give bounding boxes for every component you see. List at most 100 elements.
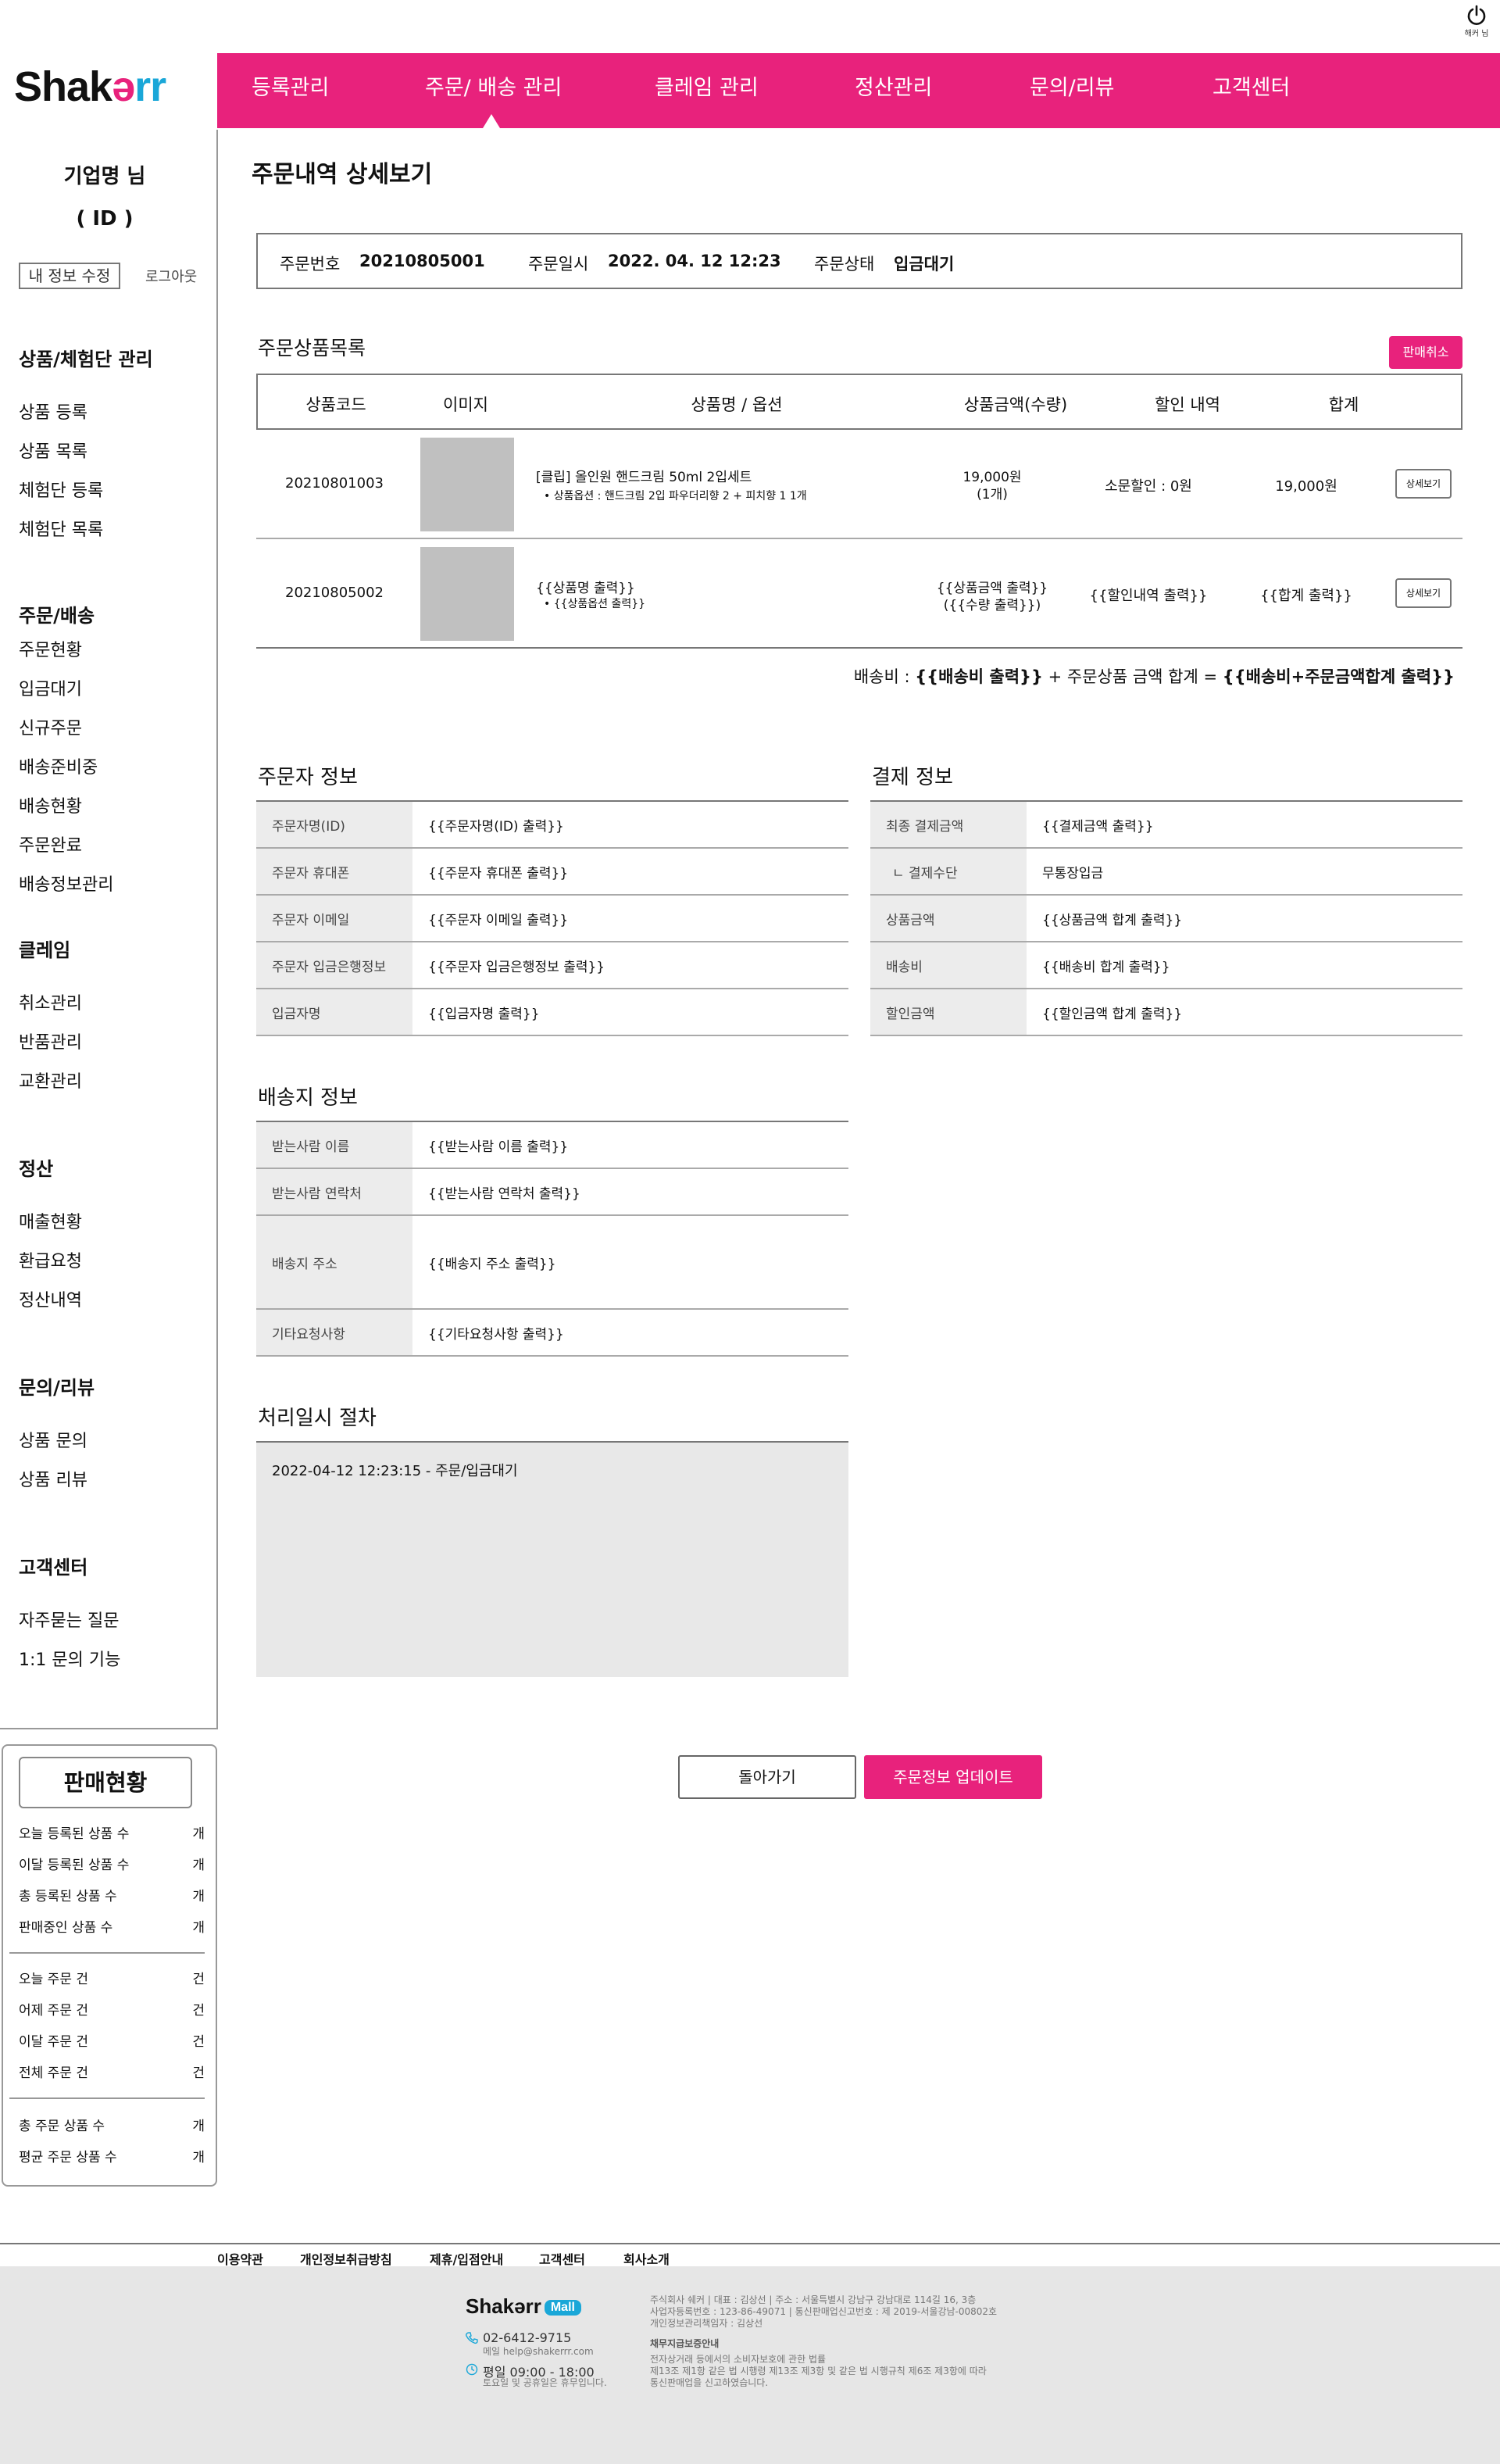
delivery-info-title: 배송지 정보 (258, 1086, 358, 1110)
col-header-name: 상품명 / 옵션 (691, 395, 783, 414)
sidebar-item-settlement-history[interactable]: 정산내역 (19, 1286, 82, 1311)
sales-divider (9, 1952, 205, 1954)
sidebar-heading-customer: 고객센터 (19, 1557, 88, 1579)
sidebar-heading-claims: 클레임 (19, 939, 71, 961)
sidebar-item-new-orders[interactable]: 신규주문 (19, 714, 82, 739)
sidebar-item-product-list[interactable]: 상품 목록 (19, 438, 88, 463)
nav-item-registration[interactable]: 등록관리 (252, 53, 329, 128)
shipping-summary: 배송비 : {{배송비 출력}} + 주문상품 금액 합계 = {{배송비+주문… (853, 667, 1455, 686)
sidebar-item-sales-status[interactable]: 매출현황 (19, 1208, 82, 1233)
product-thumbnail (420, 438, 514, 531)
item-code: 20210801003 (285, 475, 384, 492)
footer-link-privacy[interactable]: 개인정보취급방침 (300, 2249, 392, 2268)
sidebar-item-exchanges[interactable]: 교환관리 (19, 1067, 82, 1093)
row-divider (256, 647, 1462, 649)
order-items-title: 주문상품목록 (258, 337, 366, 359)
footer-notice-title: 채무지급보증안내 (650, 2338, 720, 2349)
sidebar-heading-products: 상품/체험단 관리 (19, 349, 153, 370)
orderer-info-title: 주문자 정보 (258, 766, 358, 789)
info-row: 주문자 입금은행정보 {{주문자 입금은행정보 출력}} (256, 942, 848, 989)
footer-company-line: 개인정보관리책임자 : 김상선 (650, 2318, 763, 2329)
footer-link-customer-center[interactable]: 고객센터 (539, 2249, 585, 2268)
sales-stat-row: 오늘 등록된 상품 수개 (19, 1826, 205, 1842)
item-option: • {{상품옵션 출력}} (544, 598, 646, 610)
info-row: 배송지 주소 {{배송지 주소 출력}} (256, 1216, 848, 1310)
sales-summary-title: 판매현황 (19, 1757, 192, 1808)
info-row: 주문자 이메일 {{주문자 이메일 출력}} (256, 896, 848, 942)
sidebar-item-one-to-one[interactable]: 1:1 문의 기능 (19, 1646, 120, 1671)
order-no-label: 주문번호 (280, 255, 341, 274)
item-detail-button[interactable]: 상세보기 (1395, 578, 1452, 608)
sales-stat-row: 이달 등록된 상품 수개 (19, 1858, 205, 1873)
sidebar-item-order-complete[interactable]: 주문완료 (19, 831, 82, 856)
col-header-discount: 할인 내역 (1155, 395, 1220, 414)
info-row: 입금자명 {{입금자명 출력}} (256, 989, 848, 1036)
footer-link-terms[interactable]: 이용약관 (217, 2249, 263, 2268)
sidebar-item-delivery-status[interactable]: 배송현황 (19, 792, 82, 817)
sidebar-item-faq[interactable]: 자주묻는 질문 (19, 1607, 119, 1632)
order-status-label: 주문상태 (814, 255, 875, 274)
sidebar-item-product-register[interactable]: 상품 등록 (19, 399, 88, 424)
sales-stat-row: 총 주문 상품 수개 (19, 2119, 205, 2134)
footer-notice-line: 통신판매업을 신고하였습니다. (650, 2377, 769, 2388)
power-icon (1467, 5, 1486, 25)
sales-stat-row: 오늘 주문 건건 (19, 1972, 205, 1987)
item-detail-button[interactable]: 상세보기 (1395, 469, 1452, 499)
sidebar-item-cancellations[interactable]: 취소관리 (19, 989, 82, 1014)
item-name: {{상품명 출력}} (536, 581, 635, 596)
sidebar-item-preparing-shipment[interactable]: 배송준비중 (19, 753, 98, 778)
process-history-entry: 2022-04-12 12:23:15 - 주문/입금대기 (272, 1463, 518, 1479)
sidebar-item-awaiting-deposit[interactable]: 입금대기 (19, 675, 82, 700)
sidebar-item-order-status[interactable]: 주문현황 (19, 636, 82, 661)
cancel-sale-button[interactable]: 판매취소 (1389, 336, 1462, 369)
footer-company-line: 주식회사 쉐커 | 대표 : 김상선 | 주소 : 서울특별시 강남구 강남대로… (650, 2294, 977, 2305)
item-qty: (1개) (977, 487, 1008, 502)
sidebar-item-returns[interactable]: 반품관리 (19, 1028, 82, 1053)
process-history-title: 처리일시 절차 (258, 1407, 377, 1430)
footer-company-line: 사업자등록번호 : 123-86-49071 | 통신판매업신고번호 : 제 2… (650, 2306, 998, 2317)
nav-item-customer-center[interactable]: 고객센터 (1212, 53, 1290, 128)
nav-item-settlement[interactable]: 정산관리 (855, 53, 932, 128)
sales-stat-row: 평균 주문 상품 수개 (19, 2150, 205, 2165)
order-no-value: 20210805001 (359, 252, 485, 270)
info-row: 배송비 {{배송비 합계 출력}} (870, 942, 1462, 989)
info-row: 상품금액 {{상품금액 합계 출력}} (870, 896, 1462, 942)
info-row: 주문자 휴대폰 {{주문자 휴대폰 출력}} (256, 849, 848, 896)
item-total: {{합계 출력}} (1260, 588, 1352, 604)
info-row: 받는사람 연락처 {{받는사람 연락처 출력}} (256, 1169, 848, 1216)
sidebar-item-trial-list[interactable]: 체험단 목록 (19, 516, 103, 541)
item-discount: {{할인내역 출력}} (1089, 588, 1208, 604)
edit-profile-button[interactable]: 내 정보 수정 (19, 263, 120, 289)
page-title: 주문내역 상세보기 (252, 161, 433, 188)
item-discount: 소문할인 : 0원 (1105, 478, 1192, 495)
sales-stat-row: 전체 주문 건건 (19, 2065, 205, 2081)
brand-logo[interactable]: Shakərr (14, 66, 166, 108)
sidebar-heading-inquiry: 문의/리뷰 (19, 1377, 95, 1399)
logout-link[interactable]: 로그아웃 (145, 266, 197, 286)
sidebar-heading-orders: 주문/배송 (19, 605, 95, 627)
update-order-button[interactable]: 주문정보 업데이트 (864, 1755, 1042, 1799)
product-thumbnail (420, 547, 514, 641)
item-code: 20210805002 (285, 585, 384, 601)
footer-notice-line: 제13조 제1항 같은 법 시행령 제13조 제3항 및 같은 법 시행규칙 제… (650, 2366, 987, 2376)
footer-notice-line: 전자상거래 등에서의 소비자보호에 관한 법률 (650, 2354, 827, 2365)
footer-link-about[interactable]: 회사소개 (623, 2249, 670, 2268)
nav-item-claims[interactable]: 클레임 관리 (655, 53, 759, 128)
info-row: ㄴ 결제수단 무통장입금 (870, 849, 1462, 896)
sidebar-item-refund-requests[interactable]: 환급요청 (19, 1247, 82, 1272)
sidebar-item-trial-register[interactable]: 체험단 등록 (19, 477, 103, 502)
logout-control[interactable]: 해커 님 (1459, 5, 1494, 38)
sidebar-item-product-review[interactable]: 상품 리뷰 (19, 1466, 88, 1491)
sales-stat-row: 어제 주문 건건 (19, 2003, 205, 2019)
sidebar-item-product-inquiry[interactable]: 상품 문의 (19, 1427, 88, 1452)
nav-item-inquiry-review[interactable]: 문의/리뷰 (1030, 53, 1114, 128)
back-button[interactable]: 돌아가기 (678, 1755, 856, 1799)
main-nav: 등록관리 주문/ 배송 관리 클레임 관리 정산관리 문의/리뷰 고객센터 (217, 53, 1500, 128)
order-date-value: 2022. 04. 12 12:23 (608, 252, 781, 270)
col-header-code: 상품코드 (305, 395, 366, 414)
info-row: 주문자명(ID) {{주문자명(ID) 출력}} (256, 802, 848, 849)
sidebar-heading-settlement: 정산 (19, 1158, 54, 1180)
sidebar-item-delivery-info[interactable]: 배송정보관리 (19, 871, 113, 896)
sales-divider (9, 2097, 205, 2099)
footer-link-partnership[interactable]: 제휴/입점안내 (430, 2249, 503, 2268)
